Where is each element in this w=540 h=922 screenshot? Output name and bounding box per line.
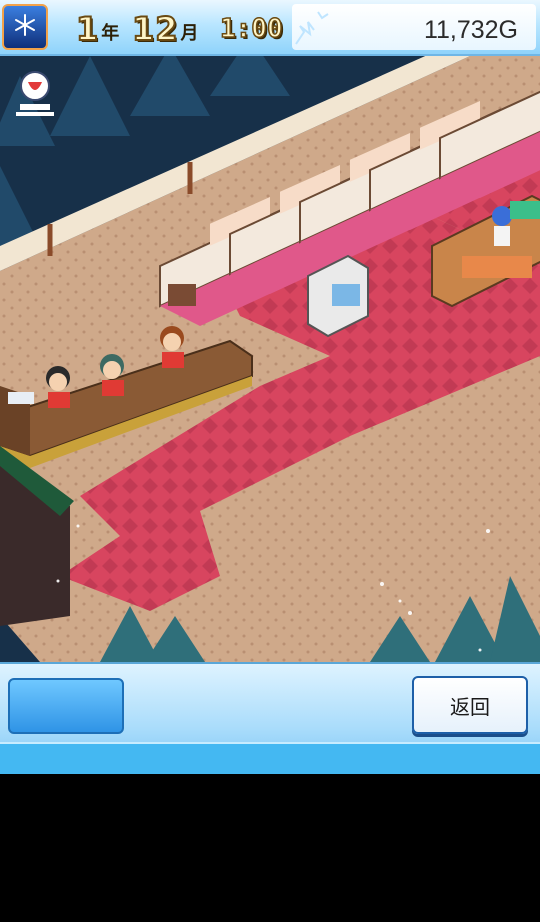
year-number: 1 [75,9,100,49]
year-suffix: 年 [101,23,120,44]
clock: 1:00 [219,6,283,48]
time-display: 1:00 [219,13,283,45]
back-button[interactable]: 返回 [412,676,528,734]
month-suffix: 月 [180,23,199,44]
top-status-bar: 1 年 12 月 1:00 11,732G [0,0,540,56]
date-year: 1 年 [75,6,120,49]
isometric-inn-map [0,56,540,662]
money-panel: 11,732G [292,4,536,50]
month-number: 12 [131,9,179,49]
calendar-snowflake-icon[interactable] [2,4,48,50]
bottom-stripe [0,742,540,774]
bottom-menu-bar: 返回 [0,662,540,774]
date-month: 12 月 [131,6,199,49]
money-amount: 11,732G [423,16,518,44]
menu-button[interactable] [8,678,124,734]
frost-decoration [295,11,329,45]
game-scene[interactable] [0,56,540,662]
